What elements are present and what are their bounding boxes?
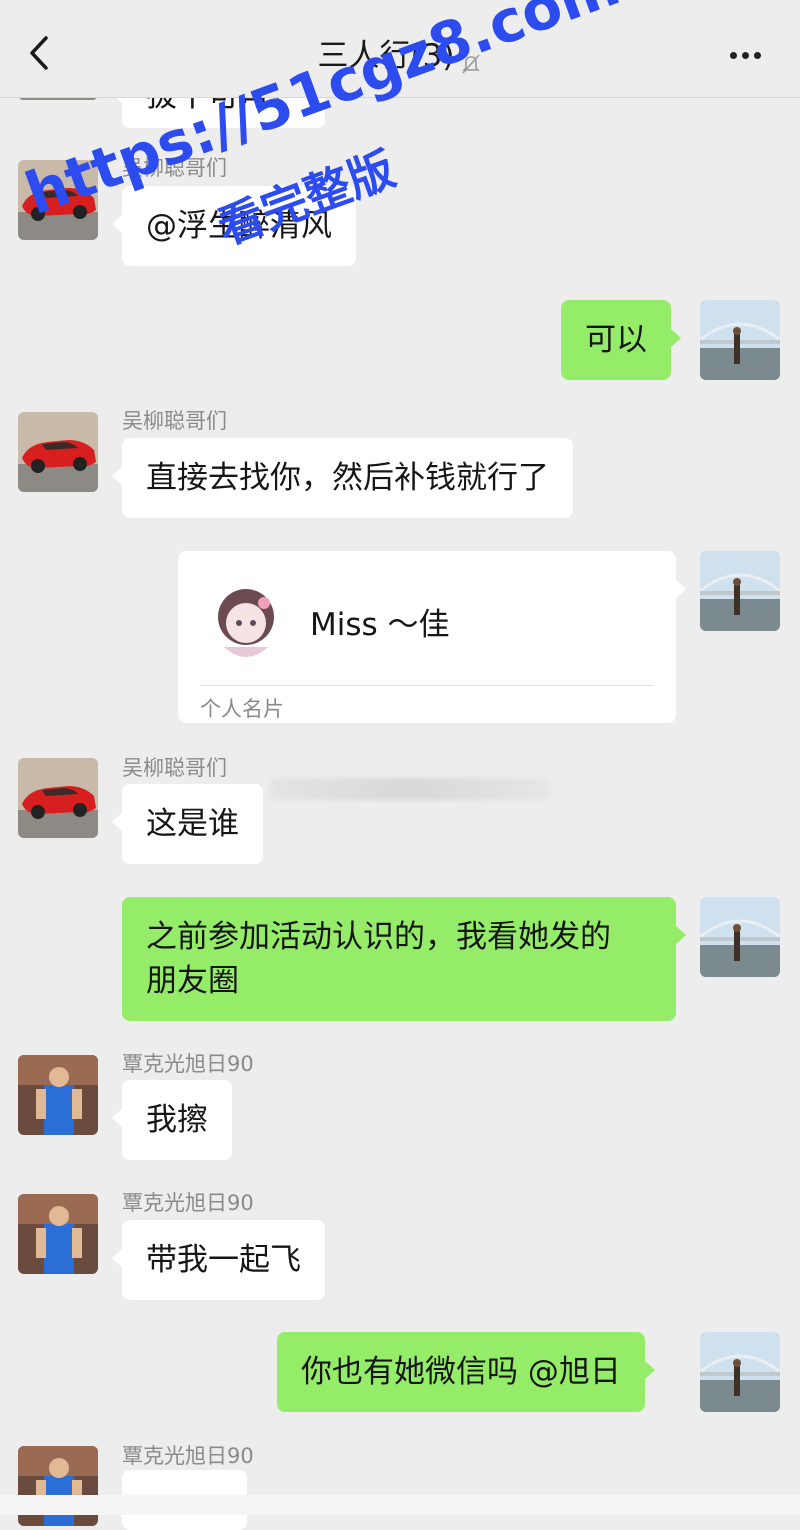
sender-name: 覃克光旭日90	[122, 1444, 254, 1468]
message-line: 之前参加活动认识的，我看她发的	[146, 919, 611, 955]
avatar[interactable]	[700, 551, 780, 631]
message-bubble[interactable]: 你也有她微信吗 @旭日	[277, 1332, 655, 1412]
card-divider	[200, 685, 654, 686]
contact-card[interactable]: Miss ～佳 个人名片	[178, 551, 686, 723]
message-bubble[interactable]: 可以	[561, 300, 681, 380]
message-bubble[interactable]: 直接去找你，然后补钱就行了	[112, 438, 573, 518]
message-bubble[interactable]: 带我一起飞	[112, 1220, 325, 1300]
sender-name: 覃克光旭日90	[122, 1052, 254, 1076]
message-bubble[interactable]: 这是谁	[112, 784, 263, 864]
sender-name: 吴柳聪哥们	[122, 409, 227, 433]
avatar[interactable]	[18, 1055, 98, 1135]
avatar[interactable]	[700, 1332, 780, 1412]
avatar[interactable]	[700, 897, 780, 977]
chat-title-text: 三人行(3)	[317, 38, 455, 74]
message-bubble[interactable]: @浮生醉清风	[112, 186, 356, 266]
chat-title: 三人行(3)	[0, 30, 800, 75]
blurred-region	[270, 778, 550, 800]
card-avatar	[204, 577, 288, 661]
bell-mute-icon	[460, 47, 482, 74]
sender-name: 吴柳聪哥们	[122, 756, 227, 780]
sender-name: 覃克光旭日90	[122, 1191, 254, 1215]
card-name: Miss ～佳	[310, 607, 450, 643]
card-label: 个人名片	[200, 697, 284, 721]
sender-name: 吴柳聪哥们	[122, 156, 227, 180]
title-bar: 三人行(3)	[0, 0, 800, 98]
message-line: 朋友圈	[146, 963, 239, 999]
avatar[interactable]	[700, 300, 780, 380]
more-dots-icon[interactable]	[730, 44, 770, 59]
message-bubble[interactable]: 我擦	[112, 1080, 232, 1160]
avatar[interactable]	[18, 1194, 98, 1274]
avatar[interactable]	[18, 758, 98, 838]
avatar[interactable]	[18, 160, 98, 240]
message-bubble[interactable]: 之前参加活动认识的，我看她发的 朋友圈	[122, 897, 686, 1021]
avatar[interactable]	[18, 412, 98, 492]
input-bar-edge	[0, 1495, 800, 1515]
